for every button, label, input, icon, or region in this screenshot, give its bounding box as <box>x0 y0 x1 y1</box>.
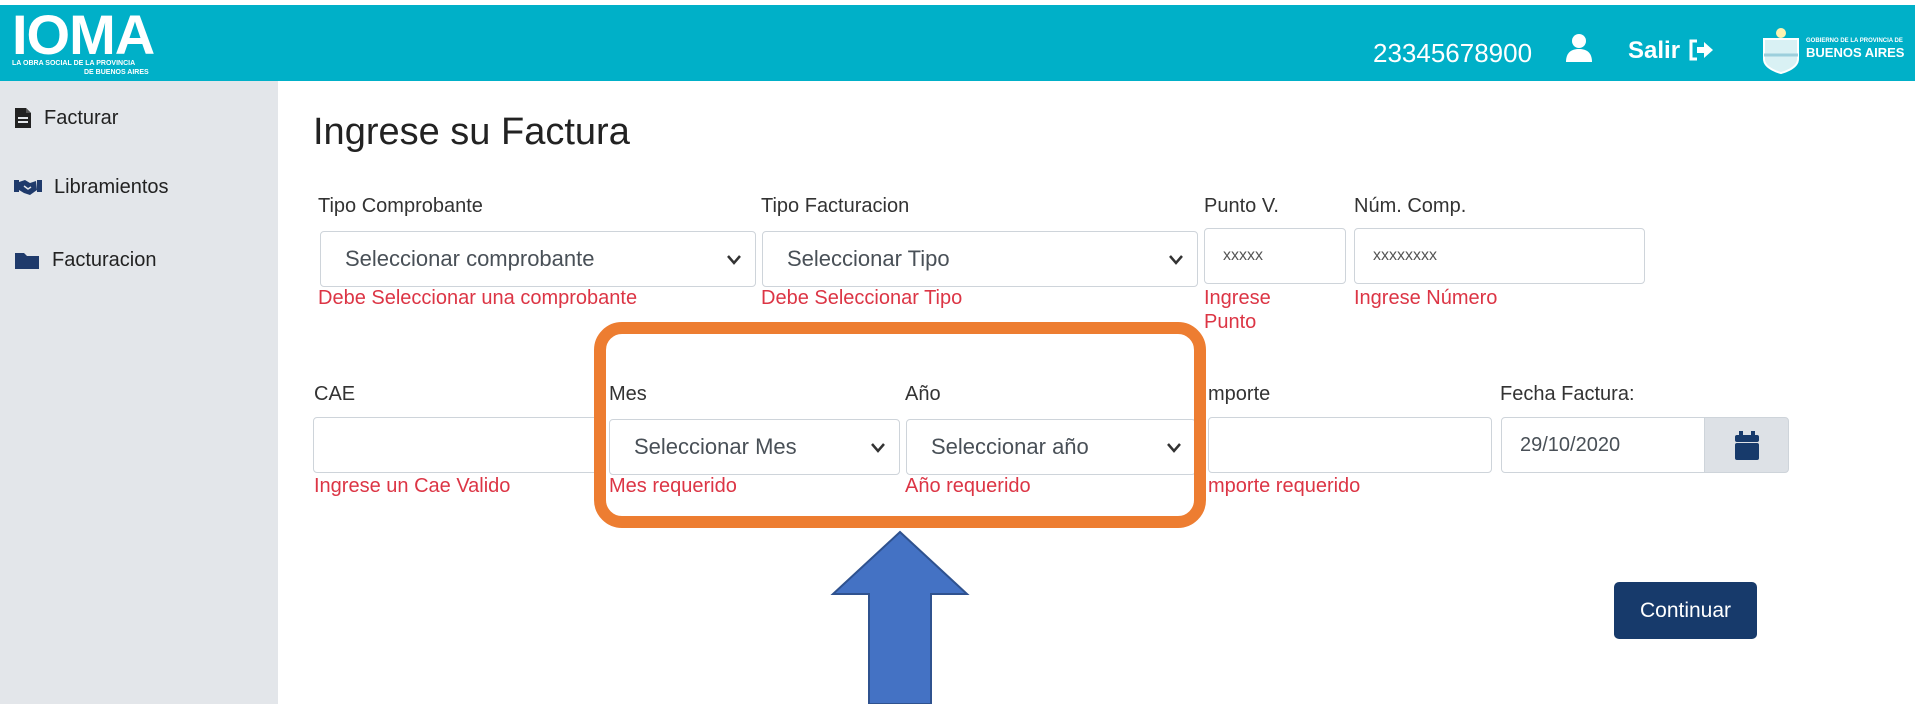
highlight-box <box>594 322 1206 528</box>
sidebar-item-label: Facturar <box>44 106 119 129</box>
tipo-facturacion-select[interactable]: Seleccionar Tipo <box>762 231 1198 287</box>
sidebar-item-facturar[interactable]: Facturar <box>14 103 118 133</box>
sidebar-item-libramientos[interactable]: Libramientos <box>14 172 169 202</box>
num-comp-label: Núm. Comp. <box>1354 195 1467 217</box>
tipo-comprobante-value: Seleccionar comprobante <box>345 246 595 271</box>
sidebar-item-label: Libramientos <box>54 175 169 198</box>
ioma-logo[interactable]: IOMA LA OBRA SOCIAL DE LA PROVINCIA DE B… <box>12 3 172 83</box>
tipo-facturacion-value: Seleccionar Tipo <box>787 246 950 271</box>
top-navbar: IOMA LA OBRA SOCIAL DE LA PROVINCIA DE B… <box>0 0 1915 81</box>
importe-label: mporte <box>1208 383 1271 405</box>
num-comp-error: Ingrese Número <box>1354 287 1498 309</box>
logo-subtitle-line2: DE BUENOS AIRES <box>84 69 149 76</box>
tipo-facturacion-error: Debe Seleccionar Tipo <box>761 287 963 309</box>
punto-venta-error-line1: Ingrese <box>1204 287 1271 309</box>
file-icon <box>15 108 31 128</box>
user-icon[interactable] <box>1565 33 1593 68</box>
importe-input[interactable] <box>1208 417 1492 473</box>
punto-venta-input[interactable]: xxxxx <box>1204 228 1346 284</box>
cae-label: CAE <box>314 383 356 405</box>
sidebar-item-facturacion[interactable]: Facturacion <box>14 245 157 275</box>
punto-venta-error-line2: Punto <box>1204 311 1257 333</box>
punto-venta-placeholder: xxxxx <box>1223 247 1263 264</box>
fecha-factura-label: Fecha Factura: <box>1500 383 1635 405</box>
user-number: 23345678900 <box>1373 38 1533 68</box>
importe-error: mporte requerido <box>1208 475 1361 497</box>
chevron-down-icon <box>1169 255 1183 265</box>
num-comp-input[interactable]: xxxxxxxx <box>1354 228 1645 284</box>
punto-venta-label: Punto V. <box>1204 195 1279 217</box>
fecha-factura-input[interactable]: 29/10/2020 <box>1501 417 1705 473</box>
tipo-facturacion-label: Tipo Facturacion <box>761 195 910 217</box>
num-comp-placeholder: xxxxxxxx <box>1373 247 1437 264</box>
handshake-icon <box>14 180 42 195</box>
chevron-down-icon <box>727 255 741 265</box>
shield-icon <box>1763 28 1799 75</box>
calendar-icon <box>1735 431 1759 460</box>
page-title: Ingrese su Factura <box>313 111 630 153</box>
continue-button[interactable]: Continuar <box>1614 582 1757 639</box>
sidebar: Facturar Libramientos Facturacion <box>0 81 278 704</box>
sidebar-item-label: Facturacion <box>52 248 157 271</box>
fecha-factura-value: 29/10/2020 <box>1520 434 1621 456</box>
tipo-comprobante-select[interactable]: Seleccionar comprobante <box>320 231 756 287</box>
sign-out-icon[interactable] <box>1688 38 1716 67</box>
cae-input[interactable] <box>313 417 603 473</box>
tipo-comprobante-error: Debe Seleccionar una comprobante <box>318 287 638 309</box>
up-arrow-icon <box>830 530 970 704</box>
tipo-comprobante-label: Tipo Comprobante <box>318 195 483 217</box>
logout-link[interactable]: Salir <box>1628 35 1680 67</box>
calendar-button[interactable] <box>1704 417 1789 473</box>
gov-logo-top: GOBIERNO DE LA PROVINCIA DE <box>1806 38 1903 44</box>
buenos-aires-logo: GOBIERNO DE LA PROVINCIA DE BUENOS AIRES <box>1760 25 1910 75</box>
logo-text: IOMA <box>12 3 155 66</box>
cae-error: Ingrese un Cae Valido <box>314 475 511 497</box>
gov-logo-main: BUENOS AIRES <box>1806 45 1905 60</box>
folder-icon <box>15 253 39 269</box>
